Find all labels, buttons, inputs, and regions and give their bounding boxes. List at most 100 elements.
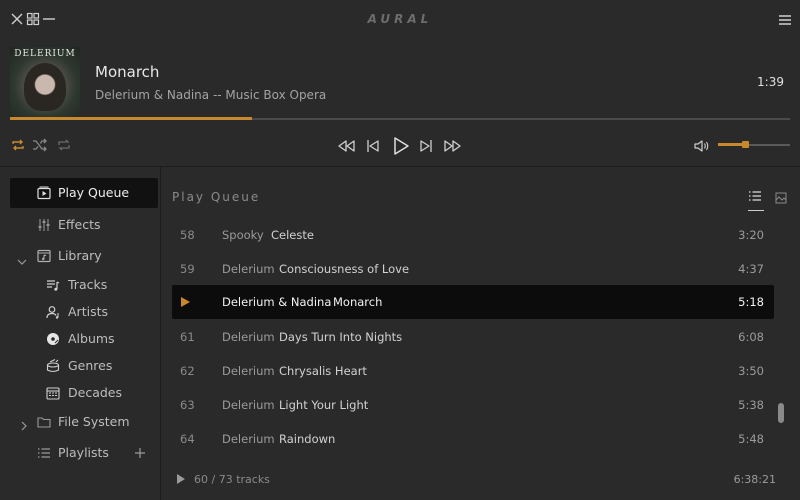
albums-disc-icon (47, 333, 59, 345)
play-icon[interactable] (391, 135, 411, 157)
sidebar-item-artists[interactable]: Artists (10, 297, 158, 327)
queue-row[interactable]: 64 Delerium Raindown 5:48 (172, 422, 774, 456)
previous-track-icon[interactable] (365, 138, 381, 154)
track-number: 59 (180, 262, 195, 276)
sidebar-item-label: Playlists (58, 445, 109, 460)
album-art-figure (24, 63, 66, 111)
total-duration: 6:38:21 (733, 473, 776, 486)
play-queue-icon (37, 186, 51, 200)
decades-calendar-icon (46, 387, 60, 400)
row-title: Light Your Light (279, 398, 369, 412)
row-duration: 4:37 (738, 262, 764, 276)
next-track-icon[interactable] (418, 138, 434, 154)
track-number: 62 (180, 364, 195, 378)
playback-controls (0, 130, 800, 162)
queue-scrollbar[interactable] (778, 220, 784, 450)
folder-icon (37, 417, 51, 428)
queue-row[interactable]: 62 Delerium Chrysalis Heart 3:50 (172, 354, 774, 388)
artists-icon (46, 306, 59, 319)
row-title: Consciousness of Love (279, 262, 410, 276)
row-duration: 3:20 (738, 228, 764, 242)
list-view-icon[interactable] (748, 190, 762, 204)
sidebar-item-label: File System (58, 414, 130, 429)
fast-forward-icon[interactable] (442, 138, 462, 154)
shuffle-icon[interactable] (32, 137, 48, 153)
hamburger-menu-icon[interactable] (778, 14, 792, 26)
row-duration: 5:48 (738, 432, 764, 446)
queue-row[interactable]: 58 Spooky Celeste 3:20 (172, 218, 774, 252)
sidebar-item-label: Library (58, 248, 102, 263)
row-duration: 6:08 (738, 330, 764, 344)
track-count: 60 / 73 tracks (194, 473, 270, 486)
sidebar-item-decades[interactable]: Decades (10, 378, 158, 408)
active-view-indicator (748, 210, 764, 211)
sidebar-item-label: Decades (68, 385, 122, 400)
row-title: Monarch (333, 295, 383, 309)
sidebar-item-play-queue[interactable]: Play Queue (10, 178, 158, 208)
row-artist: Delerium (222, 398, 275, 412)
sidebar-item-label: Effects (58, 217, 101, 232)
sidebar-item-file-system[interactable]: File System (10, 407, 158, 437)
add-playlist-icon[interactable] (134, 447, 146, 459)
row-duration: 5:18 (738, 295, 764, 309)
volume-slider[interactable] (718, 141, 790, 148)
track-title: Monarch (95, 63, 160, 81)
sidebar-item-library[interactable]: Library (10, 241, 158, 271)
app-title: AURAL (367, 12, 433, 26)
row-title: Celeste (271, 228, 314, 242)
sidebar: Play Queue Effects Library Tracks Artist… (0, 168, 160, 500)
artwork-view-icon[interactable] (775, 192, 787, 204)
track-number: 63 (180, 398, 195, 412)
row-duration: 5:38 (738, 398, 764, 412)
effects-sliders-icon (38, 219, 50, 231)
now-playing-indicator-icon (181, 297, 190, 307)
play-queue-footer-icon[interactable] (176, 473, 186, 485)
sidebar-item-label: Artists (68, 304, 108, 319)
row-artist: Delerium & Nadina (222, 295, 332, 309)
row-artist: Spooky (222, 228, 264, 242)
album-art-text: DELERIUM (14, 49, 76, 59)
tracks-icon (47, 280, 60, 291)
volume-slider-knob[interactable] (742, 141, 750, 148)
section-divider (0, 166, 800, 167)
sidebar-item-label: Play Queue (58, 185, 130, 200)
queue-row[interactable]: 59 Delerium Consciousness of Love 4:37 (172, 252, 774, 286)
track-artist-album: Delerium & Nadina -- Music Box Opera (95, 88, 327, 102)
track-number: 61 (180, 330, 195, 344)
row-artist: Delerium (222, 330, 275, 344)
row-duration: 3:50 (738, 364, 764, 378)
sidebar-item-albums[interactable]: Albums (10, 324, 158, 354)
sidebar-item-label: Tracks (68, 277, 108, 292)
row-title: Days Turn Into Nights (279, 330, 403, 344)
track-number: 64 (180, 432, 195, 446)
track-number: 58 (180, 228, 195, 242)
seek-bar[interactable] (10, 117, 790, 120)
row-artist: Delerium (222, 432, 275, 446)
row-title: Raindown (279, 432, 336, 446)
sidebar-item-label: Genres (68, 358, 113, 373)
sidebar-item-genres[interactable]: Genres (10, 351, 158, 381)
queue-heading: Play Queue (172, 190, 261, 204)
library-icon (37, 249, 51, 263)
album-art: DELERIUM (10, 47, 80, 117)
sidebar-item-playlists[interactable]: Playlists (10, 438, 158, 468)
queue-row-now-playing[interactable]: Delerium & Nadina Monarch 5:18 (172, 285, 774, 319)
scrollbar-thumb[interactable] (778, 403, 784, 423)
row-title: Chrysalis Heart (279, 364, 367, 378)
volume-icon[interactable] (693, 138, 711, 154)
sidebar-item-tracks[interactable]: Tracks (10, 270, 158, 300)
playlists-icon (38, 448, 50, 458)
sidebar-item-effects[interactable]: Effects (10, 210, 158, 240)
rewind-icon[interactable] (337, 138, 357, 154)
title-bar: AURAL (0, 0, 800, 40)
loop-icon[interactable] (56, 137, 72, 153)
row-artist: Delerium (222, 262, 275, 276)
genres-drum-icon (46, 359, 60, 373)
queue-row[interactable]: 61 Delerium Days Turn Into Nights 6:08 (172, 320, 774, 354)
row-artist: Delerium (222, 364, 275, 378)
play-queue-panel: Play Queue 58 Spooky Celeste 3:20 59 Del… (161, 168, 800, 500)
repeat-icon[interactable] (10, 137, 26, 153)
seek-bar-progress (10, 117, 252, 120)
elapsed-time[interactable]: 1:39 (757, 75, 784, 89)
queue-row[interactable]: 63 Delerium Light Your Light 5:38 (172, 388, 774, 422)
